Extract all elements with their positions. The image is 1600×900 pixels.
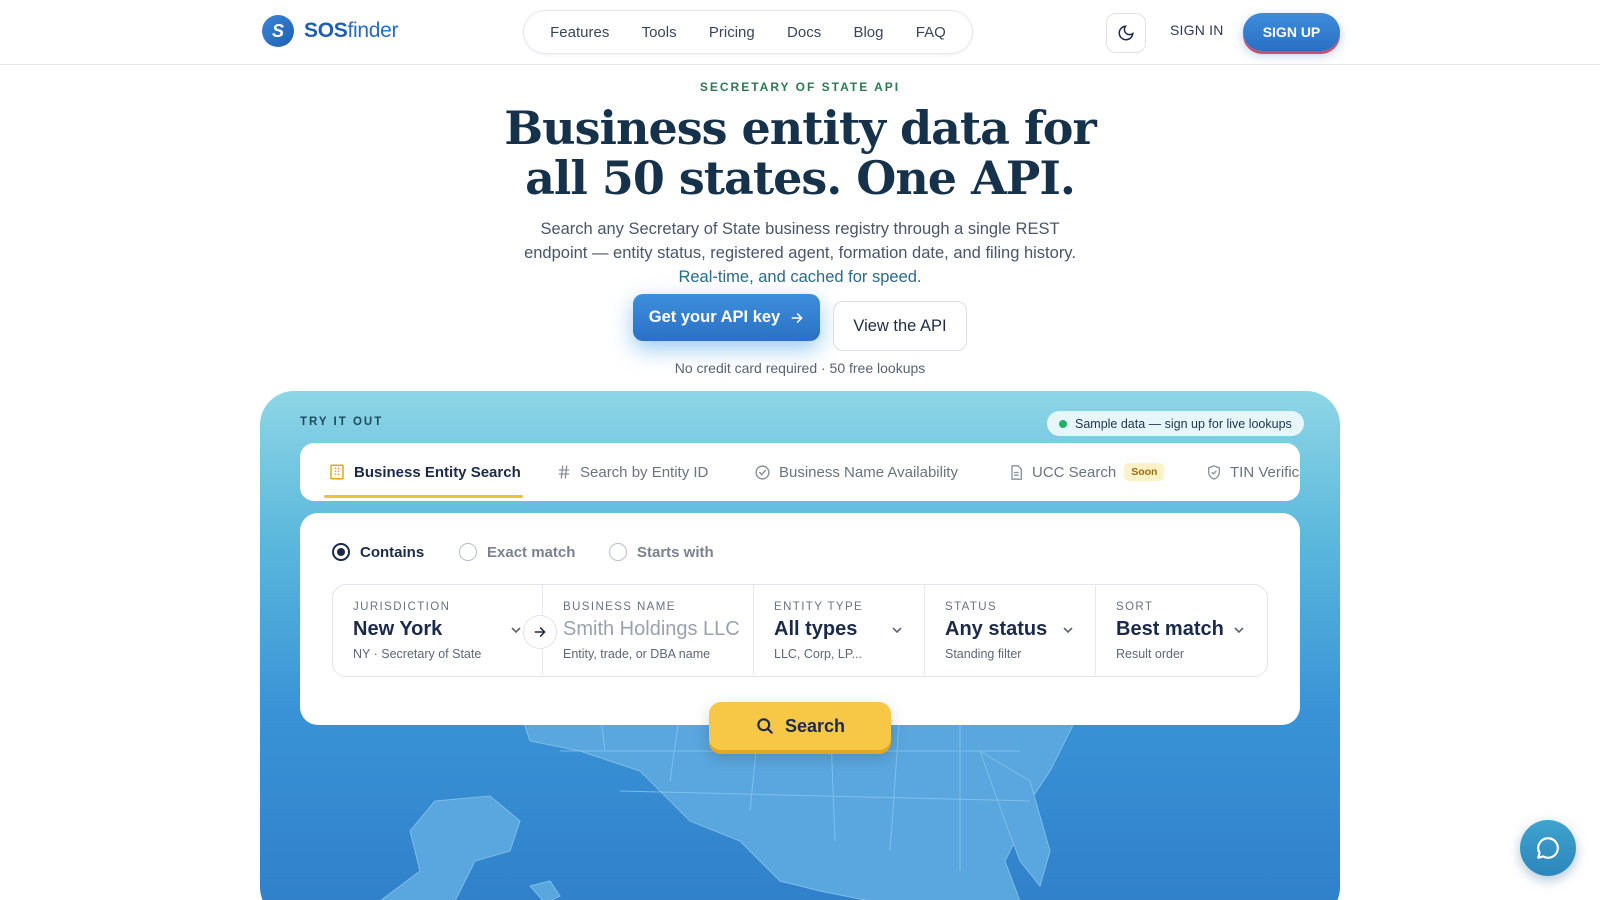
field-label: SORT [1116, 601, 1154, 613]
field-placeholder: Smith Holdings LLC [563, 618, 740, 640]
main-nav: Features Tools Pricing Docs Blog FAQ [523, 10, 973, 54]
chevron-down-icon [1234, 627, 1244, 634]
field-label: STATUS [945, 601, 998, 613]
nav-faq[interactable]: FAQ [916, 24, 946, 41]
check-circle-icon [755, 464, 770, 480]
radio-label: Contains [360, 543, 425, 561]
status-select[interactable]: STATUS Any status Standing filter [925, 585, 1096, 676]
logo[interactable]: S SOSfinder [262, 15, 398, 47]
hero-subtitle: Search any Secretary of State business r… [500, 217, 1100, 289]
field-value: Best match [1116, 618, 1224, 640]
search-fields: JURISDICTION New York NY · Secretary of … [332, 584, 1268, 677]
tab-business-name-availability[interactable]: Business Name Availability [754, 443, 958, 501]
try-it-label: TRY IT OUT [300, 416, 384, 428]
tab-label: TIN Verification [1230, 463, 1300, 481]
site-header: S SOSfinder Features Tools Pricing Docs … [0, 0, 1600, 65]
tab-label: UCC Search [1032, 463, 1117, 481]
sign-in-link[interactable]: SIGN IN [1170, 22, 1224, 38]
field-hint: LLC, Corp, LP... [774, 647, 863, 661]
radio-empty-icon [459, 543, 477, 561]
tab-label: Search by Entity ID [580, 463, 709, 481]
theme-toggle-button[interactable] [1106, 13, 1146, 53]
try-it-panel: TRY IT OUT Sample data — sign up for liv… [260, 391, 1340, 900]
chevron-down-icon [511, 627, 521, 634]
title-line-1: Business entity data for [504, 101, 1096, 155]
field-hint: Entity, trade, or DBA name [563, 647, 711, 661]
search-icon [757, 718, 773, 734]
sample-data-text: Sample data — sign up for live lookups [1075, 416, 1292, 431]
tab-tin-verification[interactable]: TIN Verification [1206, 443, 1300, 501]
title-line-2: all 50 states. One API. [525, 151, 1076, 205]
field-value: New York [353, 618, 443, 640]
subtitle-line-1: Search any Secretary of State business r… [540, 220, 1060, 238]
building-icon [330, 464, 344, 480]
get-api-key-label: Get your API key [648, 308, 781, 326]
chat-bubble-icon [1537, 837, 1559, 859]
match-contains-radio[interactable]: Contains [332, 543, 424, 561]
nav-pricing[interactable]: Pricing [709, 24, 755, 41]
tab-business-entity-search[interactable]: Business Entity Search [328, 443, 521, 501]
arrow-right-icon [791, 312, 803, 323]
match-exact-radio[interactable]: Exact match [459, 543, 575, 561]
sort-select[interactable]: SORT Best match Result order [1096, 585, 1267, 676]
hero-eyebrow: SECRETARY OF STATE API [699, 80, 901, 94]
jurisdiction-select[interactable]: JURISDICTION New York NY · Secretary of … [333, 585, 543, 676]
match-starts-with-radio[interactable]: Starts with [609, 543, 714, 561]
search-button-label: Search [784, 715, 846, 736]
tab-label: Business Entity Search [354, 463, 521, 481]
document-icon [1011, 464, 1022, 480]
search-type-tabs: Business Entity Search Search by Entity … [300, 443, 1300, 501]
search-form-card: Contains Exact match Starts with JURISDI… [300, 513, 1300, 725]
tab-ucc-search[interactable]: UCC Search Soon [1008, 443, 1165, 501]
business-name-input[interactable]: BUSINESS NAME Smith Holdings LLC Entity,… [543, 585, 754, 676]
field-value: All types [774, 618, 858, 640]
entity-type-select[interactable]: ENTITY TYPE All types LLC, Corp, LP... [754, 585, 925, 676]
hash-icon [558, 465, 570, 479]
subtitle-line-3: Real-time, and cached for speed. [678, 268, 922, 286]
field-label: ENTITY TYPE [774, 601, 864, 613]
nav-blog[interactable]: Blog [853, 24, 883, 41]
logo-text: SOSfinder [304, 19, 399, 42]
field-hint: NY · Secretary of State [353, 647, 482, 661]
chevron-down-icon [892, 627, 902, 634]
field-hint: Result order [1116, 647, 1185, 661]
radio-label: Exact match [487, 543, 576, 561]
field-hint: Standing filter [945, 647, 1022, 661]
chevron-down-icon [1063, 627, 1073, 634]
search-button[interactable]: Search [709, 702, 891, 750]
field-label: BUSINESS NAME [563, 601, 676, 613]
field-label: JURISDICTION [353, 601, 451, 613]
view-api-button[interactable]: View the API [833, 301, 967, 351]
active-tab-indicator [324, 495, 523, 498]
soon-badge: Soon [1124, 463, 1165, 481]
nav-features[interactable]: Features [550, 24, 609, 41]
sign-up-button[interactable]: SIGN UP [1243, 13, 1340, 51]
tab-label: Business Name Availability [779, 463, 958, 481]
status-dot-icon [1059, 419, 1067, 428]
shield-icon [1208, 464, 1220, 480]
field-value: Any status [945, 618, 1048, 640]
subtitle-line-2: endpoint — entity status, registered age… [524, 244, 1076, 262]
hero-note: No credit card required · 50 free lookup… [674, 360, 926, 376]
radio-label: Starts with [637, 543, 714, 561]
nav-docs[interactable]: Docs [787, 24, 821, 41]
get-api-key-button[interactable]: Get your API key [633, 294, 820, 341]
page-title: Business entity data for all 50 states. … [0, 103, 1600, 203]
moon-icon [1118, 25, 1134, 41]
radio-empty-icon [609, 543, 627, 561]
logo-icon: S [262, 15, 294, 47]
nav-tools[interactable]: Tools [642, 24, 677, 41]
radio-selected-icon [332, 543, 350, 561]
sample-data-badge: Sample data — sign up for live lookups [1047, 411, 1304, 436]
chat-button[interactable] [1520, 820, 1576, 876]
tab-search-by-entity-id[interactable]: Search by Entity ID [556, 443, 708, 501]
